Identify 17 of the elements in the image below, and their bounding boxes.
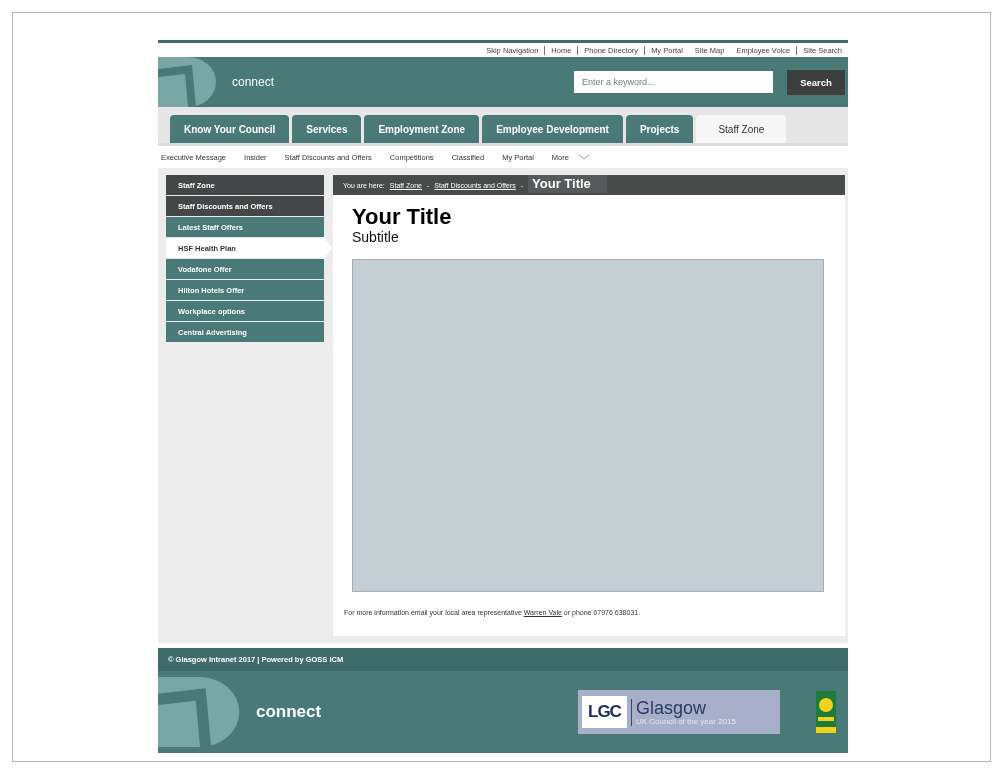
nav-tab[interactable]: Services	[292, 115, 362, 143]
nav-tab[interactable]: Staff Zone	[696, 115, 787, 143]
breadcrumb-current: Your Title	[528, 175, 607, 193]
lgc-badge: LGC	[582, 696, 627, 728]
footer-site-name: connect	[256, 702, 322, 722]
page-title: Your Title	[352, 205, 453, 229]
search-field[interactable]: Enter a keyword...	[574, 71, 773, 93]
nav-tab[interactable]: Employee Development	[482, 115, 623, 143]
nav-tab[interactable]: Know Your Council	[170, 115, 290, 143]
search-button[interactable]: Search	[787, 69, 845, 95]
page-subtitle: Subtitle	[352, 229, 400, 245]
crest-icon	[816, 691, 836, 733]
site-name: connect	[232, 75, 275, 89]
nav-tab[interactable]: Employment Zone	[364, 115, 480, 143]
award-city: Glasgow	[635, 698, 707, 717]
chevron-down-icon	[577, 154, 590, 160]
nav-tab[interactable]: Projects	[625, 115, 694, 143]
